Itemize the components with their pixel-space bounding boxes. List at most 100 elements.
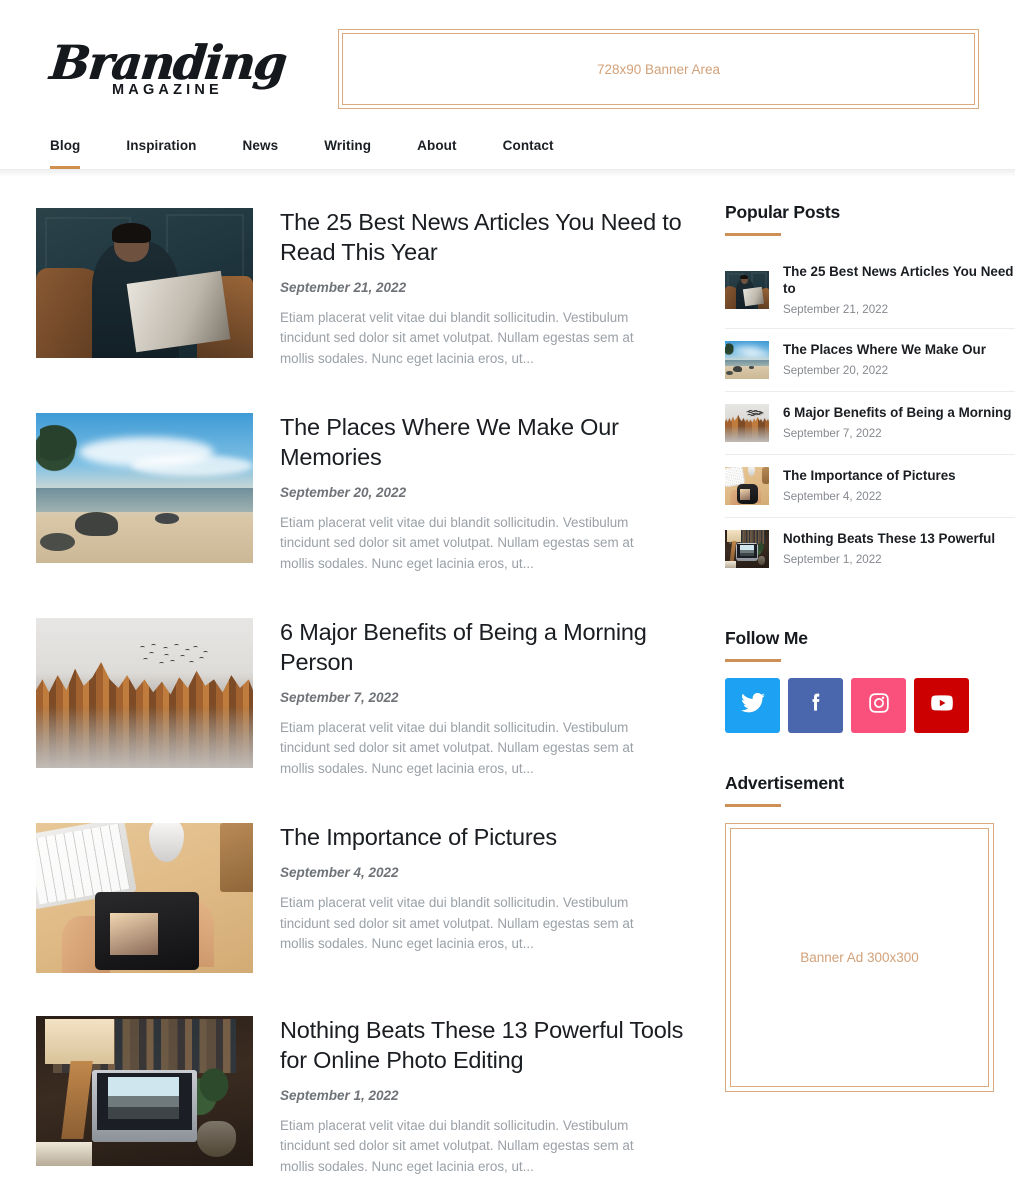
instagram-link[interactable] [851,677,906,733]
popular-post-date: September 1, 2022 [783,552,882,566]
article-body: The Places Where We Make Our Memories Sep… [253,413,690,575]
popular-post-text: The Importance of Pictures September 4, 2… [769,468,956,503]
popular-post-title: Nothing Beats These 13 Powerful [783,531,996,547]
popular-post-item[interactable]: Nothing Beats These 13 Powerful September… [725,518,1015,580]
popular-post-title: The Places Where We Make Our [783,342,986,358]
article-body: The Importance of Pictures September 4, 2… [253,823,690,973]
popular-post-thumbnail [725,403,769,442]
article-excerpt: Etiam placerat velit vitae dui blandit s… [280,309,634,367]
article-date: September 1, 2022 [280,1087,399,1103]
twitter-icon [740,690,766,721]
site-header: Branding MAGAZINE 728x90 Banner Area [0,0,1015,124]
article-title[interactable]: Nothing Beats These 13 Powerful Tools fo… [280,1016,690,1076]
image-desk-camera-hands [725,466,769,505]
sidebar-banner-label: Banner Ad 300x300 [730,827,989,1087]
advertisement-widget: Advertisement Banner Ad 300x300 [725,773,1015,1092]
article-thumbnail[interactable] [36,208,253,358]
site-logo[interactable]: Branding MAGAZINE [36,36,296,98]
sidebar-banner-ad[interactable]: Banner Ad 300x300 [725,822,994,1092]
article-thumbnail[interactable] [36,822,253,973]
popular-post-item[interactable]: The 25 Best News Articles You Need to Sep… [725,252,1015,329]
popular-post-text: The Places Where We Make Our September 20… [769,342,986,377]
article-excerpt: Etiam placerat velit vitae dui blandit s… [280,514,634,572]
article-body: 6 Major Benefits of Being a Morning Pers… [253,618,690,780]
social-links [725,677,1015,733]
nav-item-about[interactable]: About [394,124,479,169]
image-laptop-desk-lamp [36,1015,253,1166]
nav-item-news[interactable]: News [220,124,302,169]
article-list: The 25 Best News Articles You Need to Re… [36,177,690,1200]
popular-post-text: The 25 Best News Articles You Need to Sep… [769,264,1015,316]
popular-post-item[interactable]: The Importance of Pictures September 4, 2… [725,455,1015,518]
article-date: September 4, 2022 [280,864,399,880]
article-title[interactable]: The 25 Best News Articles You Need to Re… [280,208,690,268]
image-tropical-beach [725,340,769,379]
nav-item-contact[interactable]: Contact [480,124,577,169]
article-excerpt: Etiam placerat velit vitae dui blandit s… [280,894,634,952]
image-laptop-desk-lamp [725,529,769,568]
page-root: Branding MAGAZINE 728x90 Banner Area Blo… [0,0,1015,1200]
article-title[interactable]: The Importance of Pictures [280,823,690,853]
popular-post-date: September 4, 2022 [783,489,882,503]
article-card: The Importance of Pictures September 4, 2… [36,822,690,973]
facebook-link[interactable] [788,677,843,733]
popular-post-thumbnail [725,529,769,568]
popular-post-title: The 25 Best News Articles You Need to [783,264,1014,296]
popular-post-date: September 21, 2022 [783,302,889,316]
article-body: Nothing Beats These 13 Powerful Tools fo… [253,1016,690,1178]
article-thumbnail[interactable] [36,617,253,768]
image-desk-camera-hands [36,822,253,973]
popular-post-item[interactable]: 6 Major Benefits of Being a Morning Septe… [725,392,1015,455]
popular-posts-list: The 25 Best News Articles You Need to Sep… [725,252,1015,580]
popular-post-date: September 20, 2022 [783,363,889,377]
popular-posts-heading: Popular Posts [725,202,841,222]
nav-item-blog[interactable]: Blog [36,124,103,169]
image-tropical-beach [36,412,253,563]
article-date: September 20, 2022 [280,484,407,500]
logo-wordmark: Branding [47,36,288,91]
follow-me-widget: Follow Me [725,628,1015,733]
popular-post-item[interactable]: The Places Where We Make Our September 20… [725,329,1015,392]
facebook-icon [803,690,829,721]
article-card: The 25 Best News Articles You Need to Re… [36,208,690,370]
top-banner-ad[interactable]: 728x90 Banner Area [338,29,979,109]
heading-rule [725,803,781,807]
article-thumbnail[interactable] [36,412,253,563]
main-navigation: Blog Inspiration News Writing About Contact [0,124,1015,170]
article-card: 6 Major Benefits of Being a Morning Pers… [36,617,690,780]
youtube-link[interactable] [914,677,969,733]
heading-rule [725,233,781,236]
popular-post-title: The Importance of Pictures [783,468,956,484]
article-card: Nothing Beats These 13 Powerful Tools fo… [36,1015,690,1178]
nav-item-inspiration[interactable]: Inspiration [103,124,219,169]
article-body: The 25 Best News Articles You Need to Re… [253,208,690,370]
article-date: September 21, 2022 [280,279,407,295]
content-wrapper: The 25 Best News Articles You Need to Re… [0,177,1015,1200]
nav-item-writing[interactable]: Writing [301,124,394,169]
youtube-icon [929,690,955,721]
article-title[interactable]: The Places Where We Make Our Memories [280,413,690,473]
popular-post-date: September 7, 2022 [783,426,882,440]
popular-post-text: Nothing Beats These 13 Powerful September… [769,531,995,566]
advertisement-heading: Advertisement [725,772,844,793]
twitter-link[interactable] [725,677,780,733]
popular-post-thumbnail [725,466,769,505]
article-card: The Places Where We Make Our Memories Sep… [36,412,690,575]
image-man-reading-newspaper [36,208,253,358]
instagram-icon [866,690,892,721]
heading-rule [725,658,781,662]
article-excerpt: Etiam placerat velit vitae dui blandit s… [280,1117,634,1175]
nav-shadow [0,170,1015,177]
article-excerpt: Etiam placerat velit vitae dui blandit s… [280,719,634,777]
article-title[interactable]: 6 Major Benefits of Being a Morning Pers… [280,618,690,678]
article-date: September 7, 2022 [280,689,399,705]
popular-post-title: 6 Major Benefits of Being a Morning [783,405,1012,421]
follow-me-heading: Follow Me [725,627,808,648]
popular-post-thumbnail [725,340,769,379]
top-banner-label: 728x90 Banner Area [342,33,975,105]
article-thumbnail[interactable] [36,1015,253,1166]
image-misty-forest-birds [725,403,769,442]
popular-posts-widget: Popular Posts The 25 Best News Articles … [725,202,1015,580]
